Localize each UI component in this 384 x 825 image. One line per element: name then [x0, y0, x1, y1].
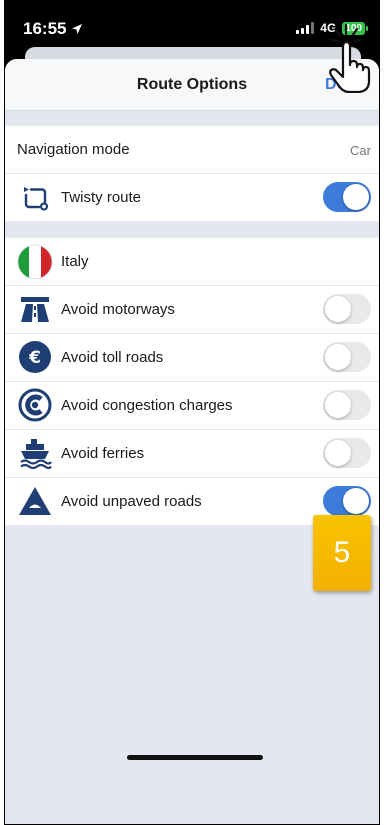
avoid-ferries-label: Avoid ferries [61, 444, 145, 462]
avoid-motorways-toggle[interactable] [323, 294, 371, 324]
avoid-congestion-charges-label: Avoid congestion charges [61, 396, 233, 414]
ferry-icon [17, 435, 53, 471]
country-row[interactable]: Italy [5, 238, 379, 285]
location-arrow-icon [72, 24, 83, 34]
status-time: 16:55 [23, 19, 67, 38]
toggle-knob [325, 392, 351, 418]
avoid-motorways-label: Avoid motorways [61, 300, 175, 318]
italy-flag-icon [17, 244, 53, 280]
page-title: Route Options [136, 76, 248, 93]
toggle-knob [325, 296, 351, 322]
avoid-toll-roads-toggle[interactable] [323, 342, 371, 372]
twisty-route-toggle[interactable] [323, 182, 371, 212]
avoid-options-group: Italy Avoid motorways € Avoid toll roads… [5, 238, 379, 525]
avoid-motorways-row: Avoid motorways [5, 285, 379, 333]
avoid-toll-roads-row: € Avoid toll roads [5, 333, 379, 381]
toggle-knob [325, 440, 351, 466]
unpaved-road-icon [17, 483, 53, 519]
avoid-unpaved-roads-toggle[interactable] [323, 486, 371, 516]
avoid-congestion-charges-row: Avoid congestion charges [5, 381, 379, 429]
toggle-knob [343, 184, 369, 210]
congestion-charge-icon [17, 387, 53, 423]
avoid-unpaved-roads-label: Avoid unpaved roads [61, 492, 202, 510]
navigation-mode-label: Navigation mode [17, 141, 130, 158]
nav-bar: Route Options Done [5, 59, 379, 111]
toggle-knob [325, 344, 351, 370]
status-bar: 16:55 4G 100 [5, 1, 379, 53]
motorway-icon [17, 291, 53, 327]
step-number-badge: 5 [313, 515, 371, 591]
navigation-group: Navigation mode Car Twisty route [5, 126, 379, 221]
status-time-group: 16:55 [23, 19, 83, 39]
avoid-ferries-toggle[interactable] [323, 438, 371, 468]
toggle-knob [343, 488, 369, 514]
route-options-sheet: Route Options Done Navigation mode Car T… [5, 59, 379, 824]
twisty-route-icon [17, 179, 53, 215]
home-indicator [127, 755, 263, 760]
country-label: Italy [61, 253, 89, 270]
cell-signal-icon [296, 22, 315, 34]
avoid-congestion-charges-toggle[interactable] [323, 390, 371, 420]
tap-hand-cursor-icon [329, 23, 371, 93]
navigation-mode-row[interactable]: Navigation mode Car [5, 126, 379, 173]
twisty-route-label: Twisty route [61, 188, 142, 206]
navigation-mode-value: Car [350, 143, 371, 158]
avoid-toll-roads-label: Avoid toll roads [61, 348, 164, 366]
twisty-route-row: Twisty route [5, 173, 379, 221]
phone-screen: 16:55 4G 100 Route Options Done Navigati… [4, 0, 380, 825]
svg-text:€: € [28, 348, 41, 368]
avoid-ferries-row: Avoid ferries [5, 429, 379, 477]
euro-toll-icon: € [17, 339, 53, 375]
